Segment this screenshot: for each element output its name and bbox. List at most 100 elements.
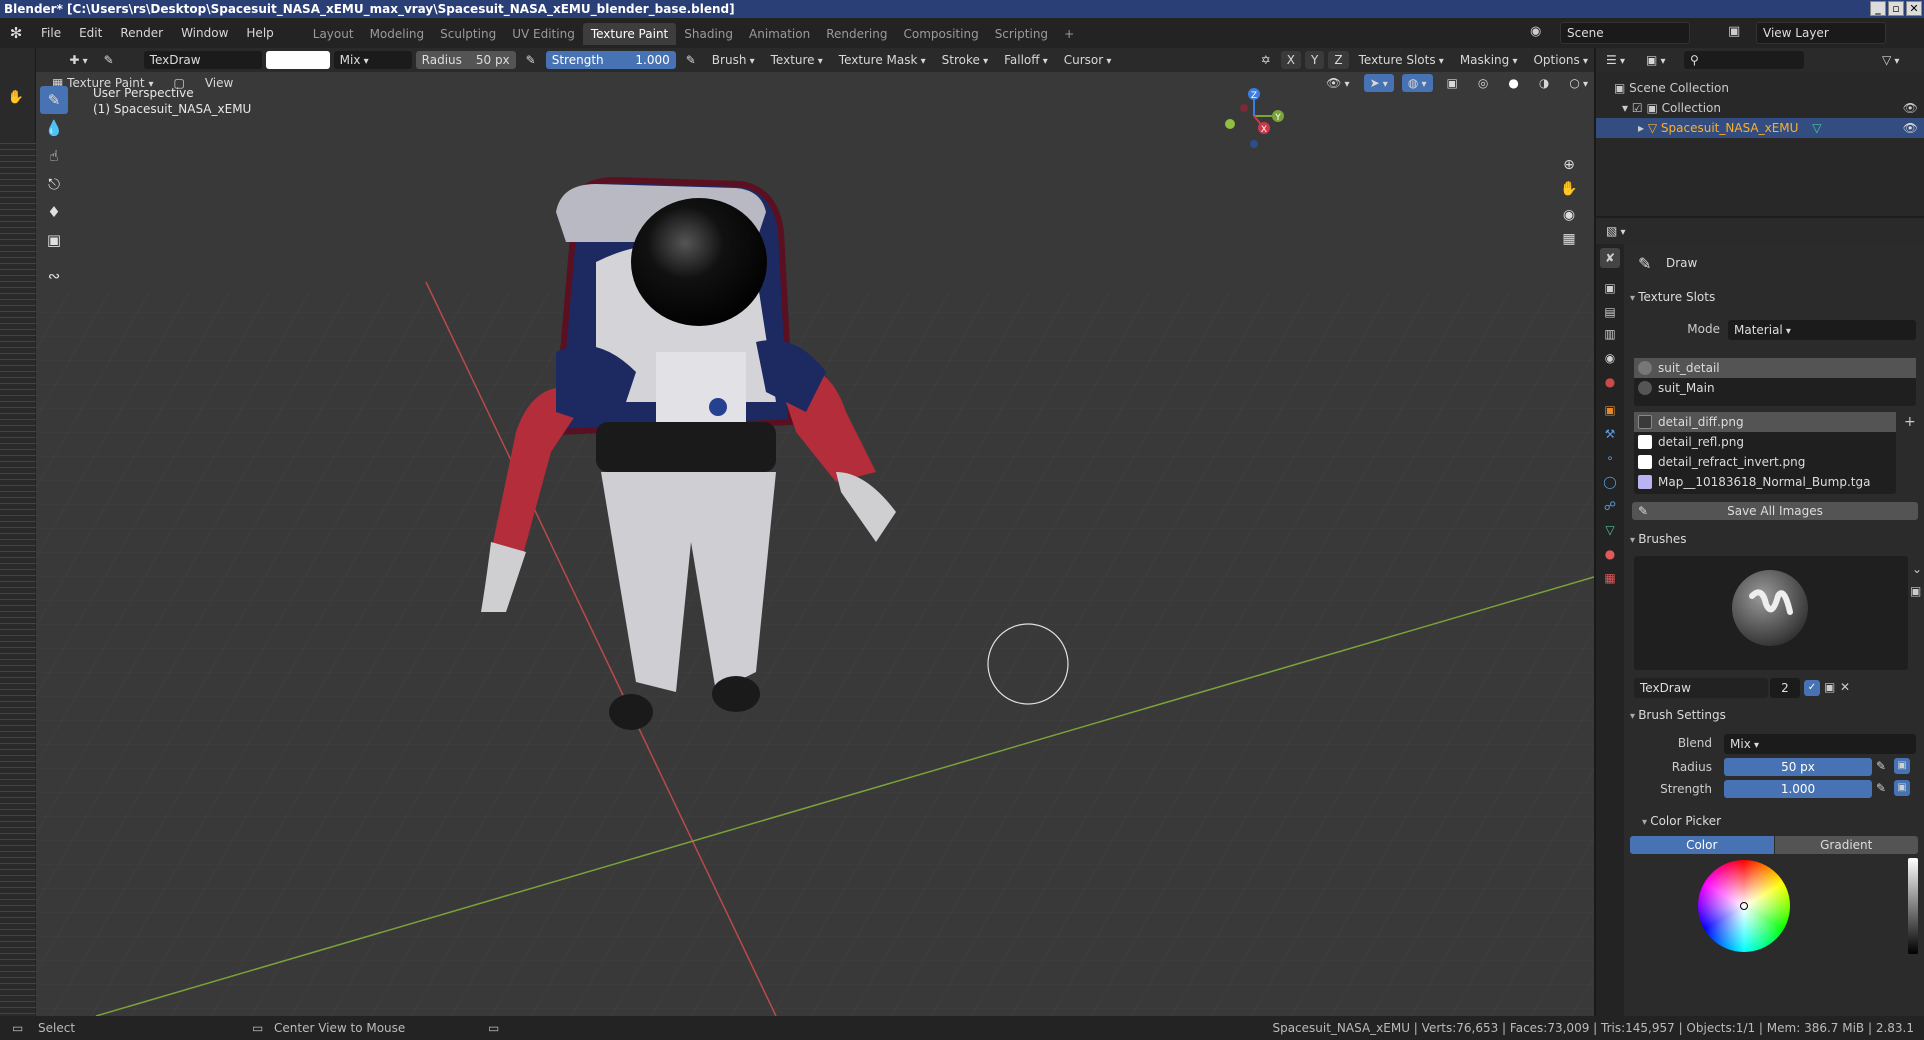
gizmo-neg-x[interactable] — [1240, 104, 1248, 112]
scene-selector[interactable]: Scene — [1560, 22, 1690, 44]
outliner-type-icon[interactable]: ☰ — [1600, 51, 1631, 69]
color-picker-header[interactable]: Color Picker — [1642, 810, 1924, 832]
tab-sculpting[interactable]: Sculpting — [432, 23, 504, 45]
tab-scripting[interactable]: Scripting — [987, 23, 1056, 45]
outliner-scene-collection[interactable]: ▣ Scene Collection — [1596, 78, 1924, 98]
mask-tool-icon[interactable]: ▣ — [40, 226, 68, 254]
radius-slider[interactable]: Radius 50 px — [415, 51, 516, 69]
duplicate-brush-icon[interactable]: ▣ — [1824, 680, 1835, 694]
tab-uv-editing[interactable]: UV Editing — [504, 23, 583, 45]
list-item[interactable]: detail_refl.png — [1634, 432, 1896, 452]
mirror-x-toggle[interactable]: X — [1280, 51, 1302, 69]
eye-icon[interactable]: 👁 — [1903, 98, 1918, 118]
menu-falloff[interactable]: Falloff — [998, 51, 1054, 69]
annotate-tool-icon[interactable]: ∾ — [40, 262, 68, 290]
render-tab-icon[interactable]: ▣ — [1600, 278, 1620, 298]
blend-mode-select[interactable]: Mix — [333, 51, 412, 69]
strength-pressure-icon[interactable]: ✎ — [680, 51, 702, 69]
outliner-search-input[interactable]: ⚲ — [1684, 51, 1804, 69]
menu-texture[interactable]: Texture — [765, 51, 829, 69]
brush-name-field[interactable]: TexDraw — [143, 51, 262, 69]
list-item[interactable]: Map__10183618_Normal_Bump.tga — [1634, 472, 1896, 492]
brush-settings-header[interactable]: Brush Settings — [1630, 704, 1920, 726]
constraints-tab-icon[interactable]: ☍ — [1600, 496, 1620, 516]
navigation-gizmo[interactable]: Z Y X — [1225, 88, 1284, 148]
menu-view[interactable]: View — [199, 74, 239, 92]
menu-help[interactable]: Help — [237, 18, 282, 48]
strength-slider[interactable]: Strength 1.000 — [545, 51, 676, 69]
brush-image-icon[interactable]: ▣ — [1910, 584, 1921, 598]
draw-tool-icon[interactable]: ✎ — [40, 86, 68, 114]
color-wheel-cursor[interactable] — [1740, 902, 1748, 910]
smear-tool-icon[interactable]: ☝ — [40, 142, 68, 170]
strength-slider[interactable]: 1.000 — [1724, 780, 1872, 798]
tab-shading[interactable]: Shading — [676, 23, 741, 45]
brush-color-swatch[interactable] — [265, 51, 330, 69]
unlink-brush-icon[interactable]: ✕ — [1840, 680, 1850, 694]
blender-logo-icon[interactable]: ✻ — [0, 24, 32, 42]
menu-cursor[interactable]: Cursor — [1058, 51, 1118, 69]
maximize-button[interactable]: ▫ — [1888, 1, 1904, 16]
tool-mode-icon[interactable]: ✚ — [63, 51, 93, 69]
modifier-tab-icon[interactable]: ⚒ — [1600, 424, 1620, 444]
expand-arrow-icon[interactable]: ▾ — [1596, 101, 1628, 115]
radius-slider[interactable]: 50 px — [1724, 758, 1872, 776]
mirror-y-toggle[interactable]: Y — [1305, 51, 1325, 69]
scene-tab-icon[interactable]: ◉ — [1600, 348, 1620, 368]
menu-texture-mask[interactable]: Texture Mask — [833, 51, 932, 69]
expand-arrow-icon[interactable]: ▸ — [1596, 121, 1644, 135]
brush-preview-box[interactable] — [1634, 556, 1908, 670]
symmetry-icon[interactable]: ✡ — [1255, 51, 1277, 69]
save-all-images-button[interactable]: ✎ Save All Images — [1632, 502, 1918, 520]
tab-animation[interactable]: Animation — [741, 23, 818, 45]
properties-type-icon[interactable]: ▧ — [1600, 222, 1632, 240]
list-item[interactable]: detail_refract_invert.png — [1634, 452, 1896, 472]
menu-texture-slots[interactable]: Texture Slots — [1353, 51, 1450, 69]
tab-layout[interactable]: Layout — [305, 23, 362, 45]
texture-mode-select[interactable]: Material — [1728, 320, 1916, 340]
brush-icon[interactable]: ✎ — [98, 51, 120, 69]
value-slider[interactable] — [1908, 858, 1918, 954]
list-item[interactable]: detail_diff.png — [1634, 412, 1896, 432]
menu-options[interactable]: Options — [1527, 51, 1594, 69]
eye-icon[interactable]: 👁 — [1903, 118, 1918, 138]
pan-hand-icon[interactable]: ✋ — [1558, 178, 1580, 200]
view-layer-selector[interactable]: View Layer — [1756, 22, 1886, 44]
radius-pressure-icon[interactable]: ✎ — [520, 51, 542, 69]
menu-stroke[interactable]: Stroke — [936, 51, 994, 69]
camera-icon[interactable]: ◉ — [1558, 204, 1580, 226]
menu-render[interactable]: Render — [111, 18, 172, 48]
fake-user-shield-icon[interactable]: ✓ — [1804, 680, 1820, 696]
texture-tab-icon[interactable]: ▦ — [1600, 568, 1620, 588]
mode-toggle-icon[interactable]: ▢ — [167, 74, 190, 92]
display-mode-icon[interactable]: ▣ — [1640, 51, 1672, 69]
gizmo-toggle-icon[interactable]: ➤ — [1363, 74, 1394, 92]
collection-checkbox[interactable]: ☑ — [1632, 101, 1643, 115]
menu-window[interactable]: Window — [172, 18, 237, 48]
visibility-icon[interactable]: 👁 — [1320, 74, 1355, 92]
tab-compositing[interactable]: Compositing — [895, 23, 986, 45]
material-shading-icon[interactable]: ◑ — [1533, 74, 1555, 92]
tool-tab-icon[interactable]: ✘ — [1600, 248, 1620, 268]
list-item[interactable]: suit_Main — [1634, 378, 1916, 398]
mirror-z-toggle[interactable]: Z — [1328, 51, 1349, 69]
clone-tool-icon[interactable]: ⎋ — [40, 170, 68, 198]
tab-rendering[interactable]: Rendering — [818, 23, 895, 45]
physics-tab-icon[interactable]: ◯ — [1600, 472, 1620, 492]
radius-pressure-icon[interactable]: ✎ — [1876, 759, 1886, 773]
world-tab-icon[interactable]: ● — [1600, 372, 1620, 392]
brush-dropdown-icon[interactable]: ⌄ — [1912, 562, 1922, 576]
list-item[interactable]: suit_detail — [1634, 358, 1916, 378]
overlays-toggle-icon[interactable]: ◍ — [1401, 74, 1433, 92]
menu-edit[interactable]: Edit — [70, 18, 111, 48]
blend-select[interactable]: Mix — [1724, 734, 1916, 754]
gizmo-neg-y[interactable] — [1225, 119, 1235, 129]
color-wheel[interactable] — [1698, 860, 1790, 952]
filter-icon[interactable]: ▽ — [1876, 51, 1905, 69]
menu-brush[interactable]: Brush — [706, 51, 761, 69]
menu-file[interactable]: File — [32, 18, 70, 48]
brush-name-field[interactable]: TexDraw — [1634, 678, 1768, 698]
add-image-icon[interactable]: + — [1904, 414, 1916, 430]
add-workspace-button[interactable]: + — [1056, 23, 1082, 45]
tab-color[interactable]: Color — [1630, 836, 1774, 854]
